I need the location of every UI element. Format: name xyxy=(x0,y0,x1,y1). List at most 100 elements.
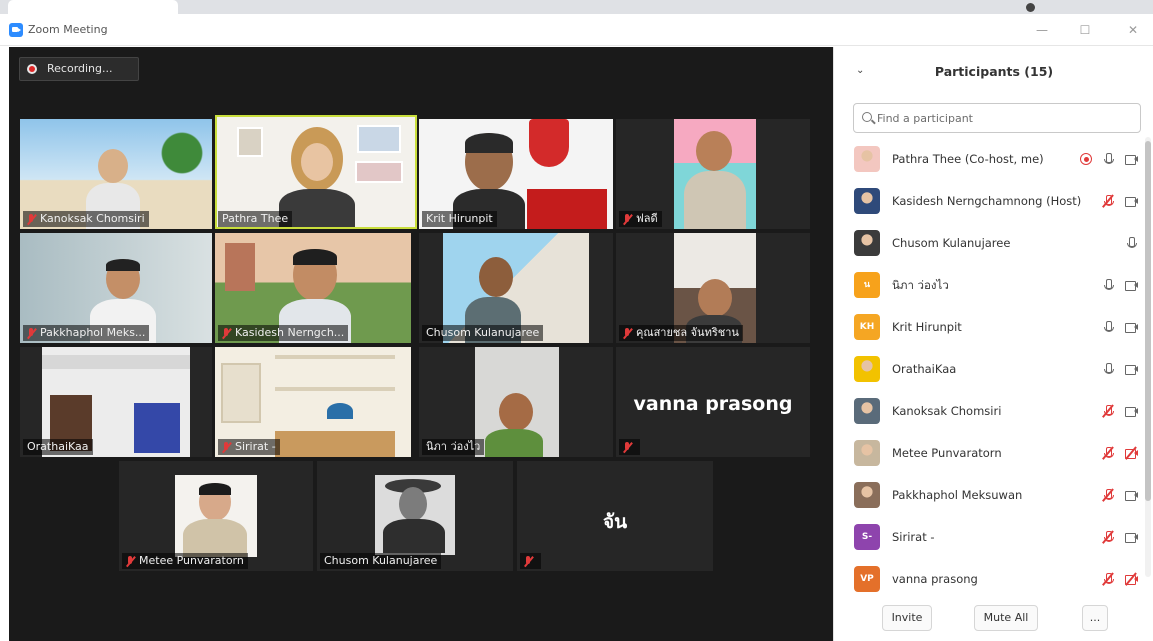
video-tile-active-speaker[interactable]: Pathra Thee xyxy=(215,115,417,229)
tile-name-label: ฟลดี xyxy=(619,211,662,227)
wall-frame xyxy=(237,127,263,157)
tile-name-label: Sirirat - xyxy=(218,439,280,455)
participant-name: Metee Punvaratorn xyxy=(892,446,1002,460)
camera-icon[interactable] xyxy=(1124,194,1138,208)
participant-search[interactable] xyxy=(853,103,1141,133)
mic-off-icon[interactable] xyxy=(1101,572,1115,586)
tile-name-label: Krit Hirunpit xyxy=(422,211,497,227)
participant-status-icons xyxy=(1101,571,1138,587)
participant-row[interactable]: Pathra Thee (Co-host, me) xyxy=(834,138,1148,180)
participants-footer: Invite Mute All ... xyxy=(834,603,1148,635)
video-tile[interactable]: Krit Hirunpit xyxy=(419,119,613,229)
avatar: VP xyxy=(854,566,880,592)
close-button[interactable]: ✕ xyxy=(1120,18,1146,42)
tile-name-label: OrathaiKaa xyxy=(23,439,93,455)
video-feed xyxy=(674,119,756,229)
maximize-button[interactable]: ☐ xyxy=(1072,18,1098,42)
video-tile[interactable]: Kasidesh Nerngch... xyxy=(215,233,411,343)
browser-tab[interactable] xyxy=(8,0,178,14)
participant-row[interactable]: น นิภา ว่องไว xyxy=(834,264,1148,306)
scrollbar-thumb[interactable] xyxy=(1145,141,1151,501)
camera-off-icon[interactable] xyxy=(1124,446,1138,460)
participant-name: นิภา ว่องไว xyxy=(892,278,949,292)
mic-off-icon[interactable] xyxy=(1101,488,1115,502)
participant-name: OrathaiKaa xyxy=(892,362,957,376)
participant-row[interactable]: Kanoksak Chomsiri xyxy=(834,390,1148,432)
video-tile[interactable]: Kanoksak Chomsiri xyxy=(20,119,212,229)
camera-icon[interactable] xyxy=(1124,530,1138,544)
tile-name-label: คุณสายชล จันทริชาน xyxy=(619,325,743,341)
participant-row[interactable]: Chusom Kulanujaree xyxy=(834,222,1148,264)
participant-row[interactable]: Pakkhaphol Meksuwan xyxy=(834,474,1148,516)
video-tile[interactable]: Chusom Kulanujaree xyxy=(419,233,613,343)
mic-muted-icon xyxy=(27,327,36,339)
tile-name-label: Chusom Kulanujaree xyxy=(422,325,544,341)
camera-icon[interactable] xyxy=(1124,362,1138,376)
mute-all-button[interactable]: Mute All xyxy=(974,605,1038,631)
video-tile[interactable]: OrathaiKaa xyxy=(20,347,212,457)
invite-button[interactable]: Invite xyxy=(882,605,932,631)
mic-off-icon[interactable] xyxy=(1101,404,1115,418)
mic-on-icon[interactable] xyxy=(1101,320,1115,334)
tile-name-label: Kasidesh Nerngch... xyxy=(218,325,349,341)
camera-icon[interactable] xyxy=(1124,404,1138,418)
participant-name: Sirirat - xyxy=(892,530,935,544)
shelf xyxy=(275,355,395,359)
more-options-button[interactable]: ... xyxy=(1082,605,1108,631)
camera-off-icon[interactable] xyxy=(1124,572,1138,586)
mic-off-icon[interactable] xyxy=(1101,446,1115,460)
participant-row[interactable]: Kasidesh Nerngchamnong (Host) xyxy=(834,180,1148,222)
mic-on-icon[interactable] xyxy=(1124,236,1138,250)
participant-name: Pathra Thee (Co-host, me) xyxy=(892,152,1044,166)
recording-indicator[interactable]: Recording... xyxy=(19,57,139,81)
avatar: น xyxy=(854,272,880,298)
wall-frame xyxy=(355,161,403,183)
participant-name: Kanoksak Chomsiri xyxy=(892,404,1002,418)
profile-photo xyxy=(375,475,455,555)
participant-row[interactable]: VP vanna prasong xyxy=(834,558,1148,600)
video-tile-no-video[interactable]: vanna prasong xyxy=(616,347,810,457)
search-icon xyxy=(862,112,872,122)
tile-name-label: Pathra Thee xyxy=(218,211,293,227)
mic-off-icon[interactable] xyxy=(1101,530,1115,544)
participants-title: Participants (15) xyxy=(934,64,1054,79)
mic-on-icon[interactable] xyxy=(1101,362,1115,376)
participant-row[interactable]: Metee Punvaratorn xyxy=(834,432,1148,474)
participant-status-icons xyxy=(1124,235,1138,251)
scrollbar[interactable] xyxy=(1145,137,1151,577)
tile-name-label: Kanoksak Chomsiri xyxy=(23,211,149,227)
participants-panel: ⌄ Participants (15) Pathra Thee (Co-host… xyxy=(833,47,1153,641)
avatar xyxy=(854,356,880,382)
tile-name-label: Pakkhaphol Meks... xyxy=(23,325,150,341)
participant-row[interactable]: KH Krit Hirunpit xyxy=(834,306,1148,348)
camera-icon[interactable] xyxy=(1124,320,1138,334)
video-tile[interactable]: Chusom Kulanujaree xyxy=(317,461,513,571)
camera-icon[interactable] xyxy=(1124,152,1138,166)
mic-off-icon[interactable] xyxy=(1101,194,1115,208)
video-tile[interactable]: Pakkhaphol Meks... xyxy=(20,233,212,343)
video-tile[interactable]: Sirirat - xyxy=(215,347,411,457)
video-tile[interactable]: Metee Punvaratorn xyxy=(119,461,313,571)
participant-status-icons xyxy=(1101,529,1138,545)
camera-icon[interactable] xyxy=(1124,488,1138,502)
participant-name: Pakkhaphol Meksuwan xyxy=(892,488,1023,502)
mic-on-icon[interactable] xyxy=(1101,152,1115,166)
participant-status-icons xyxy=(1101,319,1138,335)
video-tile[interactable]: นิภา ว่องไว xyxy=(419,347,613,457)
participant-status-icons xyxy=(1101,487,1138,503)
minimize-button[interactable]: — xyxy=(1029,18,1055,42)
participant-row[interactable]: OrathaiKaa xyxy=(834,348,1148,390)
recording-icon[interactable] xyxy=(1080,153,1092,165)
participant-name: Kasidesh Nerngchamnong (Host) xyxy=(892,194,1082,208)
video-tile[interactable]: ฟลดี xyxy=(616,119,810,229)
participant-status-icons xyxy=(1101,403,1138,419)
video-tile[interactable]: คุณสายชล จันทริชาน xyxy=(616,233,810,343)
mic-muted-icon xyxy=(623,327,632,339)
video-tile-no-video[interactable]: จัน xyxy=(517,461,713,571)
mic-on-icon[interactable] xyxy=(1101,278,1115,292)
participant-row[interactable]: S- Sirirat - xyxy=(834,516,1148,558)
search-input[interactable] xyxy=(877,109,1132,127)
browser-profile-icon[interactable] xyxy=(1026,3,1035,12)
mic-muted-icon xyxy=(27,213,36,225)
camera-icon[interactable] xyxy=(1124,278,1138,292)
